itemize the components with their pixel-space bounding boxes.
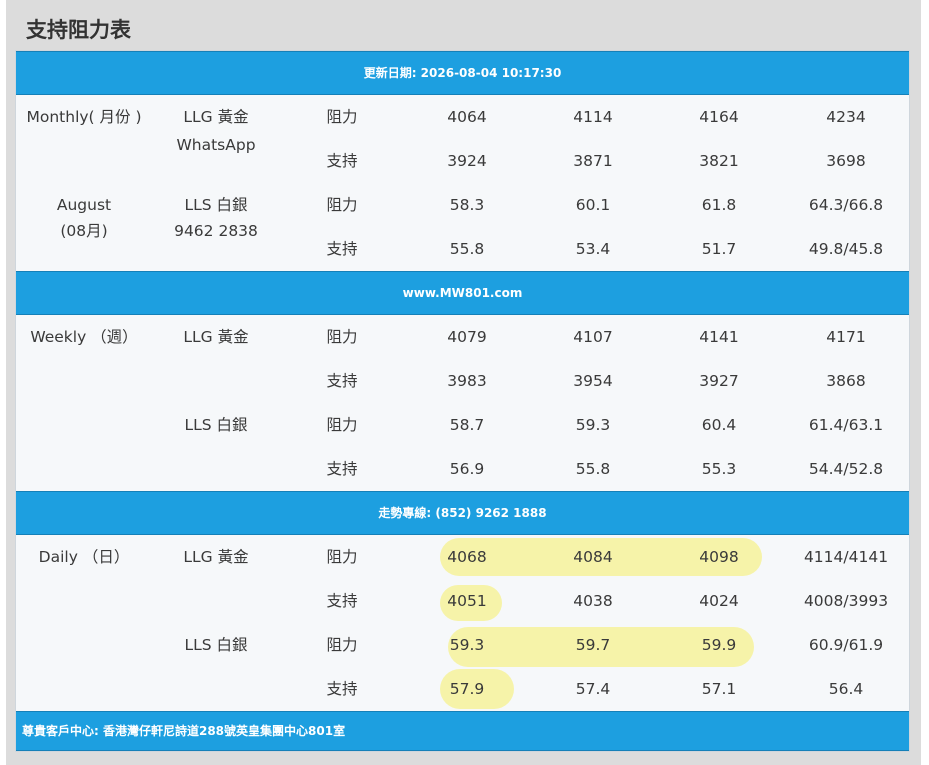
value-cell: 4114/4141 xyxy=(803,548,889,566)
value-cell: 3924 xyxy=(447,152,487,170)
daily-block: Daily （日） LLG 黃金 LLS 白銀 阻力 4068 4084 409… xyxy=(16,535,909,711)
update-date-banner: 更新日期: 2026-08-04 10:17:30 xyxy=(16,51,909,95)
value-cell: 4114 xyxy=(573,108,613,126)
row-type: 支持 xyxy=(326,372,358,390)
page-title: 支持阻力表 xyxy=(26,18,131,42)
value-cell: 59.7 xyxy=(575,636,611,654)
table-row: 支持 55.8 53.4 51.7 49.8/45.8 xyxy=(16,227,909,271)
value-cell: 3821 xyxy=(699,152,739,170)
hotline-banner: 走勢專線: (852) 9262 1888 xyxy=(16,491,909,535)
value-cell: 59.3 xyxy=(449,636,485,654)
row-type: 阻力 xyxy=(326,636,358,654)
client-center-banner: 尊貴客戶中心: 香港灣仔軒尼詩道288號英皇集團中心801室 xyxy=(16,711,909,751)
row-type: 阻力 xyxy=(326,328,358,346)
row-type: 支持 xyxy=(326,240,358,258)
value-cell: 4164 xyxy=(699,108,739,126)
value-cell: 57.9 xyxy=(449,680,485,698)
value-cell: 64.3/66.8 xyxy=(808,196,884,214)
value-cell: 4051 xyxy=(447,592,487,610)
value-cell: 4068 xyxy=(447,548,487,566)
value-cell: 56.4 xyxy=(828,680,864,698)
value-cell: 59.3 xyxy=(575,416,611,434)
row-type: 阻力 xyxy=(326,196,358,214)
value-cell: 57.1 xyxy=(701,680,737,698)
value-cell: 58.3 xyxy=(449,196,485,214)
table-row: 阻力 59.3 59.7 59.9 60.9/61.9 xyxy=(16,623,909,667)
value-cell: 4171 xyxy=(826,328,866,346)
value-cell: 51.7 xyxy=(701,240,737,258)
value-cell: 4064 xyxy=(447,108,487,126)
value-cell: 57.4 xyxy=(575,680,611,698)
value-cell: 55.8 xyxy=(575,460,611,478)
table-row: 阻力 4079 4107 4141 4171 xyxy=(16,315,909,359)
value-cell: 4038 xyxy=(573,592,613,610)
table-row: 阻力 4064 4114 4164 4234 xyxy=(16,95,909,139)
row-type: 支持 xyxy=(326,460,358,478)
value-cell: 3871 xyxy=(573,152,613,170)
value-cell: 4024 xyxy=(699,592,739,610)
value-cell: 55.3 xyxy=(701,460,737,478)
value-cell: 4084 xyxy=(573,548,613,566)
table-row: 阻力 58.7 59.3 60.4 61.4/63.1 xyxy=(16,403,909,447)
table-row: 支持 3983 3954 3927 3868 xyxy=(16,359,909,403)
value-cell: 60.4 xyxy=(701,416,737,434)
value-cell: 4141 xyxy=(699,328,739,346)
weekly-block: Weekly （週） LLG 黃金 LLS 白銀 阻力 4079 4107 41… xyxy=(16,315,909,491)
value-cell: 58.7 xyxy=(449,416,485,434)
table-row: 阻力 58.3 60.1 61.8 64.3/66.8 xyxy=(16,183,909,227)
value-cell: 4107 xyxy=(573,328,613,346)
value-cell: 4008/3993 xyxy=(803,592,889,610)
value-cell: 4079 xyxy=(447,328,487,346)
value-cell: 3983 xyxy=(447,372,487,390)
value-cell: 4098 xyxy=(699,548,739,566)
value-cell: 54.4/52.8 xyxy=(808,460,884,478)
table-row: 支持 4051 4038 4024 4008/3993 xyxy=(16,579,909,623)
row-type: 阻力 xyxy=(326,548,358,566)
website-banner[interactable]: www.MW801.com xyxy=(16,271,909,315)
monthly-block: Monthly( 月份 ) August (08月) LLG 黃金 WhatsA… xyxy=(16,95,909,271)
value-cell: 61.4/63.1 xyxy=(808,416,884,434)
row-type: 阻力 xyxy=(326,108,358,126)
value-cell: 4234 xyxy=(826,108,866,126)
value-cell: 3954 xyxy=(573,372,613,390)
row-type: 阻力 xyxy=(326,416,358,434)
value-cell: 3927 xyxy=(699,372,739,390)
value-cell: 56.9 xyxy=(449,460,485,478)
value-cell: 3868 xyxy=(826,372,866,390)
value-cell: 61.8 xyxy=(701,196,737,214)
value-cell: 3698 xyxy=(826,152,866,170)
row-type: 支持 xyxy=(326,680,358,698)
value-cell: 55.8 xyxy=(449,240,485,258)
row-type: 支持 xyxy=(326,592,358,610)
value-cell: 53.4 xyxy=(575,240,611,258)
support-resistance-table: 更新日期: 2026-08-04 10:17:30 Monthly( 月份 ) … xyxy=(15,50,910,752)
table-row: 支持 56.9 55.8 55.3 54.4/52.8 xyxy=(16,447,909,491)
value-cell: 49.8/45.8 xyxy=(808,240,884,258)
table-row: 支持 57.9 57.4 57.1 56.4 xyxy=(16,667,909,711)
value-cell: 60.1 xyxy=(575,196,611,214)
table-row: 支持 3924 3871 3821 3698 xyxy=(16,139,909,183)
value-cell: 59.9 xyxy=(701,636,737,654)
value-cell: 60.9/61.9 xyxy=(808,636,884,654)
row-type: 支持 xyxy=(326,152,358,170)
table-row: 阻力 4068 4084 4098 4114/4141 xyxy=(16,535,909,579)
